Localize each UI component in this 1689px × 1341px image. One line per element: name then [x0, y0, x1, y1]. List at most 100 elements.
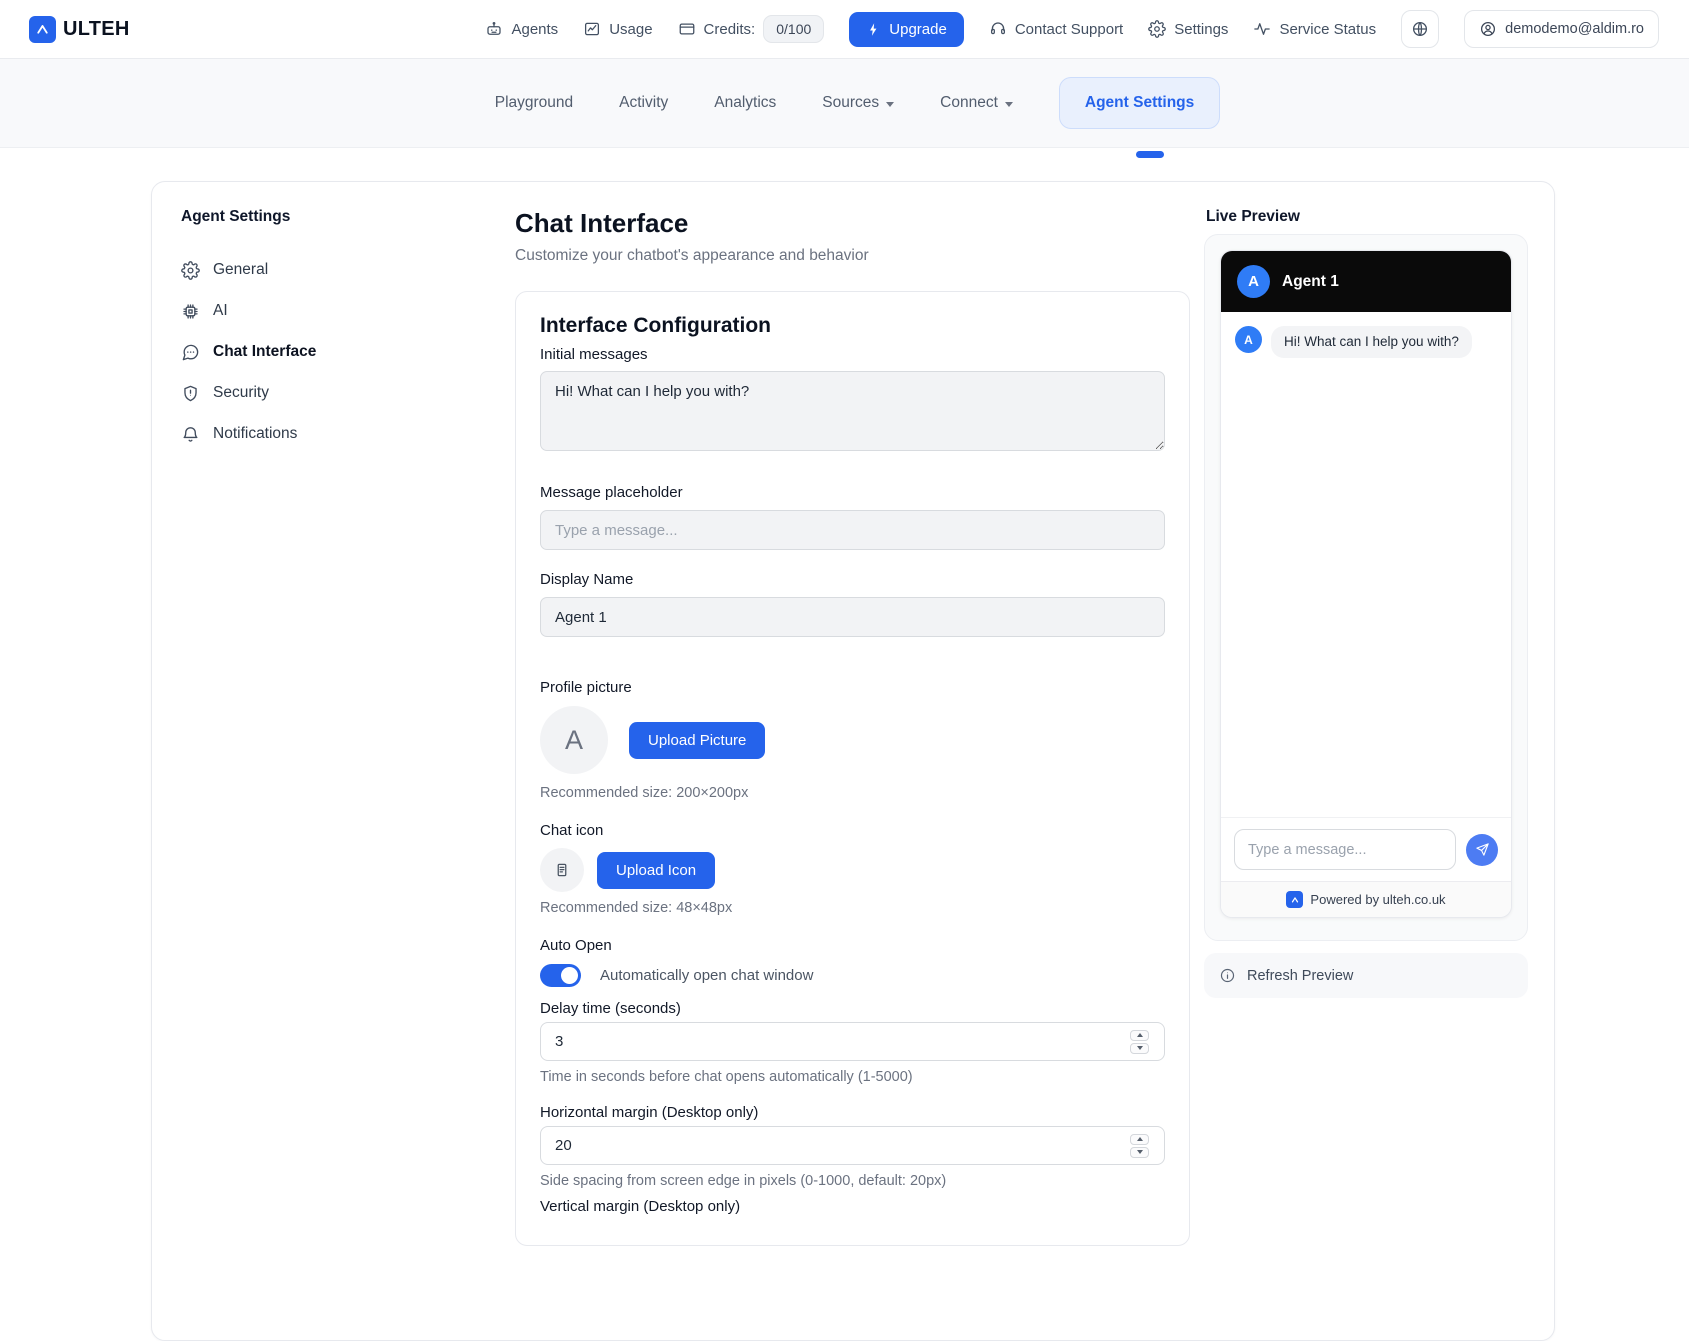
tab-analytics[interactable]: Analytics	[714, 94, 776, 112]
nav-credits-label: Credits:	[704, 21, 756, 38]
user-icon	[1479, 20, 1497, 38]
chat-widget-input-row	[1221, 817, 1511, 881]
horizontal-margin-stepper	[1130, 1134, 1149, 1158]
sidebar-item-label: AI	[213, 302, 228, 320]
upload-icon-button[interactable]: Upload Icon	[597, 852, 715, 889]
tab-connect-label: Connect	[940, 94, 998, 112]
paper-plane-icon	[1475, 842, 1490, 857]
display-name-input[interactable]	[540, 597, 1165, 637]
stepper-down-button[interactable]	[1130, 1043, 1149, 1054]
chevron-down-icon	[886, 102, 894, 107]
agent-name: Agent 1	[1282, 273, 1339, 291]
pulse-icon	[1253, 20, 1271, 38]
stepper-down-button[interactable]	[1130, 1147, 1149, 1158]
chat-widget-header: A Agent 1	[1221, 251, 1511, 312]
tab-playground[interactable]: Playground	[495, 94, 573, 112]
chart-icon	[583, 20, 601, 38]
credit-card-icon	[678, 20, 696, 38]
gear-icon	[181, 261, 200, 280]
vertical-margin-label: Vertical margin (Desktop only)	[540, 1198, 1165, 1215]
nav-service-status[interactable]: Service Status	[1253, 20, 1376, 38]
sidebar-item-label: Security	[213, 384, 269, 402]
chip-icon	[181, 302, 200, 321]
profile-picture-avatar: A	[540, 706, 608, 774]
live-preview-panel: A Agent 1 A Hi! What can I help you with…	[1204, 234, 1528, 941]
chat-widget-messages: A Hi! What can I help you with?	[1221, 312, 1511, 817]
send-button[interactable]	[1466, 834, 1498, 866]
chat-icon-preview	[540, 848, 584, 892]
powered-by-link[interactable]: Powered by ulteh.co.uk	[1221, 881, 1511, 917]
agent-settings-card: Agent Settings General AI Chat Interface…	[151, 181, 1555, 1341]
powered-by-label: Powered by ulteh.co.uk	[1310, 892, 1445, 907]
chat-icon-hint: Recommended size: 48×48px	[540, 900, 1165, 917]
nav-credits[interactable]: Credits: 0/100	[678, 15, 825, 43]
nav-contact-support-label: Contact Support	[1015, 21, 1123, 38]
account-menu[interactable]: demodemo@aldim.ro	[1464, 10, 1659, 48]
initial-messages-label: Initial messages	[540, 346, 1165, 363]
brand-name: ULTEH	[63, 18, 130, 41]
live-preview-column: Live Preview A Agent 1 A Hi! What can I …	[1204, 208, 1528, 1314]
settings-sidebar: Agent Settings General AI Chat Interface…	[180, 208, 515, 1314]
tab-connect[interactable]: Connect	[940, 94, 1013, 112]
sidebar-item-ai[interactable]: AI	[180, 291, 515, 331]
nav-contact-support[interactable]: Contact Support	[989, 20, 1123, 38]
language-button[interactable]	[1401, 10, 1439, 48]
delay-time-input[interactable]	[540, 1022, 1165, 1061]
sidebar-item-chat-interface[interactable]: Chat Interface	[180, 332, 515, 372]
delay-time-stepper	[1130, 1030, 1149, 1054]
nav-usage[interactable]: Usage	[583, 20, 652, 38]
profile-picture-hint: Recommended size: 200×200px	[540, 785, 1165, 802]
upgrade-button[interactable]: Upgrade	[849, 12, 964, 47]
section-title: Interface Configuration	[540, 314, 1165, 338]
agent-tabs-bar: Playground Activity Analytics Sources Co…	[0, 59, 1689, 148]
ulteh-logo-icon	[1286, 891, 1303, 908]
profile-picture-label: Profile picture	[540, 679, 1165, 696]
upgrade-button-label: Upgrade	[889, 21, 947, 38]
nav-agents-label: Agents	[511, 21, 558, 38]
top-navbar: ULTEH Agents Usage Credits: 0/100 Upgrad…	[0, 0, 1689, 59]
chat-message-input[interactable]	[1234, 829, 1456, 870]
info-icon	[1219, 967, 1236, 984]
credits-badge: 0/100	[763, 15, 824, 43]
tab-sources-label: Sources	[822, 94, 879, 112]
brand-logo[interactable]: ULTEH	[29, 16, 130, 43]
page-title: Chat Interface	[515, 208, 1190, 238]
gear-icon	[1148, 20, 1166, 38]
headset-icon	[989, 20, 1007, 38]
chat-interface-settings: Chat Interface Customize your chatbot's …	[515, 208, 1190, 1314]
tab-activity[interactable]: Activity	[619, 94, 668, 112]
upload-picture-button[interactable]: Upload Picture	[629, 722, 765, 759]
sidebar-title: Agent Settings	[181, 208, 515, 226]
stepper-up-button[interactable]	[1130, 1030, 1149, 1041]
tab-agent-settings[interactable]: Agent Settings	[1059, 77, 1220, 129]
message-avatar: A	[1235, 326, 1262, 353]
refresh-preview-label: Refresh Preview	[1247, 968, 1353, 984]
refresh-preview-button[interactable]: Refresh Preview	[1204, 953, 1528, 998]
sidebar-item-general[interactable]: General	[180, 250, 515, 290]
active-tab-indicator	[1136, 151, 1164, 158]
sidebar-item-label: General	[213, 261, 268, 279]
live-preview-title: Live Preview	[1206, 208, 1528, 226]
robot-icon	[485, 20, 503, 38]
sidebar-item-notifications[interactable]: Notifications	[180, 414, 515, 454]
horizontal-margin-label: Horizontal margin (Desktop only)	[540, 1104, 1165, 1121]
interface-configuration-card: Interface Configuration Initial messages…	[515, 291, 1190, 1246]
auto-open-description: Automatically open chat window	[600, 967, 813, 984]
auto-open-toggle[interactable]	[540, 964, 581, 987]
delay-time-hint: Time in seconds before chat opens automa…	[540, 1069, 1165, 1086]
horizontal-margin-hint: Side spacing from screen edge in pixels …	[540, 1173, 1165, 1190]
lightning-icon	[866, 22, 881, 37]
nav-settings[interactable]: Settings	[1148, 20, 1228, 38]
tab-sources[interactable]: Sources	[822, 94, 894, 112]
nav-usage-label: Usage	[609, 21, 652, 38]
stepper-up-button[interactable]	[1130, 1134, 1149, 1145]
initial-messages-textarea[interactable]: Hi! What can I help you with?	[540, 371, 1165, 451]
chat-bubble-icon	[181, 343, 200, 362]
nav-service-status-label: Service Status	[1279, 21, 1376, 38]
sidebar-item-security[interactable]: Security	[180, 373, 515, 413]
nav-settings-label: Settings	[1174, 21, 1228, 38]
brand-logo-icon	[29, 16, 56, 43]
message-placeholder-input[interactable]	[540, 510, 1165, 550]
horizontal-margin-input[interactable]	[540, 1126, 1165, 1165]
nav-agents[interactable]: Agents	[485, 20, 558, 38]
